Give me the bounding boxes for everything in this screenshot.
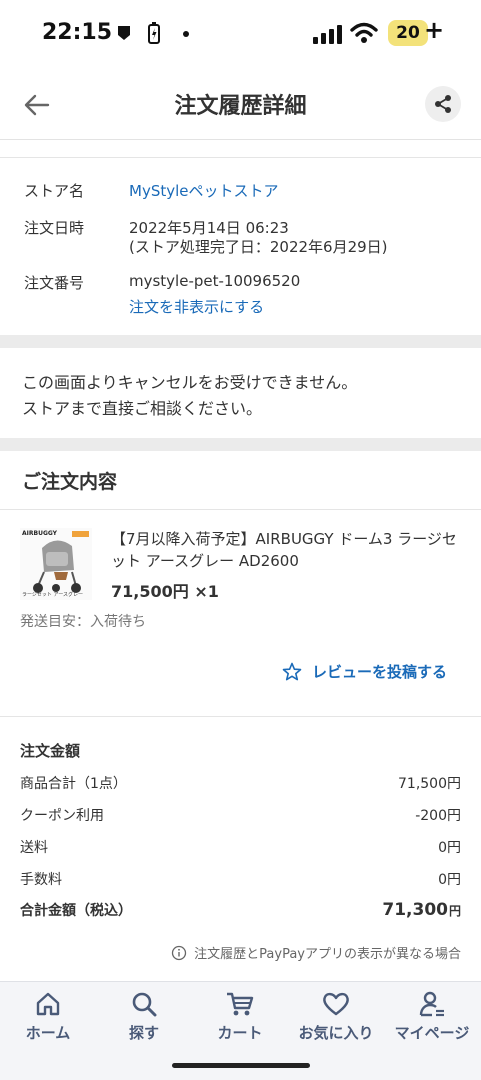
notice-line-1: この画面よりキャンセルをお受けできません。 bbox=[22, 373, 358, 392]
order-number-value: mystyle-pet-10096520 bbox=[129, 272, 301, 290]
order-date-value: 2022年5月14日 06:23 bbox=[129, 219, 289, 237]
heart-icon bbox=[323, 992, 349, 1016]
info-icon bbox=[172, 945, 187, 960]
total-value: 71,300円 bbox=[382, 900, 461, 920]
nav-search[interactable]: 探す bbox=[96, 990, 192, 1052]
shipping-estimate: 発送目安：入荷待ち bbox=[20, 614, 146, 630]
share-button[interactable] bbox=[425, 86, 461, 122]
stroller-image bbox=[20, 528, 92, 600]
product-price: 71,500円 ×1 bbox=[111, 582, 219, 601]
battery-charging-icon bbox=[148, 22, 160, 44]
divider bbox=[0, 716, 481, 717]
battery-level: 20 bbox=[388, 20, 428, 46]
amount-value: -200円 bbox=[415, 808, 461, 824]
amount-value: 0円 bbox=[438, 872, 461, 888]
nav-favorites[interactable]: お気に入り bbox=[288, 990, 384, 1052]
section-divider bbox=[0, 438, 481, 451]
order-number-label: 注文番号 bbox=[24, 274, 85, 292]
app-notification-icon bbox=[118, 26, 130, 40]
amount-title: 注文金額 bbox=[20, 742, 81, 760]
product-image[interactable]: AIRBUGGY ラージセット アースグレー bbox=[20, 528, 92, 600]
nav-cart-label: カート bbox=[217, 1024, 263, 1042]
amount-value: 71,500円 bbox=[398, 776, 461, 792]
order-date-label: 注文日時 bbox=[24, 219, 85, 237]
battery-plus: + bbox=[424, 16, 445, 44]
product-name-link[interactable]: 【7月以降入荷予定】AIRBUGGY ドーム3 ラージセット アースグレー AD… bbox=[111, 528, 461, 572]
amount-row-total: 合計金額（税込） 71,300円 bbox=[20, 900, 461, 920]
amount-label: 商品合計（1点） bbox=[20, 776, 127, 792]
nav-home-label: ホーム bbox=[25, 1024, 71, 1042]
amount-row-subtotal: 商品合計（1点） 71,500円 bbox=[20, 773, 461, 793]
nav-mypage[interactable]: マイページ bbox=[384, 990, 480, 1052]
amount-label: 送料 bbox=[20, 840, 48, 856]
nav-search-label: 探す bbox=[128, 1024, 159, 1042]
star-icon bbox=[282, 662, 302, 680]
store-label: ストア名 bbox=[24, 182, 85, 200]
nav-home[interactable]: ホーム bbox=[0, 990, 96, 1052]
hide-order-link[interactable]: 注文を非表示にする bbox=[129, 296, 264, 317]
status-time: 22:15 bbox=[42, 20, 113, 45]
post-review-button[interactable]: レビューを投稿する bbox=[282, 661, 447, 682]
cart-icon bbox=[227, 992, 254, 1016]
search-icon bbox=[132, 992, 157, 1017]
order-section-title: ご注文内容 bbox=[22, 471, 118, 493]
page-title: 注文履歴詳細 bbox=[174, 94, 307, 119]
store-name-link[interactable]: MyStyleペットストア bbox=[129, 180, 279, 201]
dot-icon bbox=[183, 31, 189, 37]
signal-icon bbox=[313, 25, 342, 44]
divider bbox=[0, 157, 481, 158]
wifi-icon bbox=[350, 22, 378, 43]
total-label: 合計金額（税込） bbox=[20, 903, 132, 919]
amount-row-shipping: 送料 0円 bbox=[20, 837, 461, 857]
store-processed-date: (ストア処理完了日：2022年6月29日) bbox=[129, 238, 388, 256]
nav-favorites-label: お気に入り bbox=[298, 1024, 374, 1042]
post-review-label: レビューを投稿する bbox=[312, 663, 448, 681]
section-divider bbox=[0, 335, 481, 348]
thumb-caption: ラージセット アースグレー bbox=[22, 592, 83, 598]
home-icon bbox=[36, 992, 60, 1016]
nav-mypage-label: マイページ bbox=[394, 1024, 470, 1042]
app-header: 注文履歴詳細 bbox=[0, 68, 481, 140]
notice-line-2: ストアまで直接ご相談ください。 bbox=[22, 399, 263, 418]
share-icon bbox=[435, 95, 451, 113]
amount-row-fee: 手数料 0円 bbox=[20, 869, 461, 889]
amount-label: クーポン利用 bbox=[20, 808, 104, 824]
cancel-notice: この画面よりキャンセルをお受けできません。 ストアまで直接ご相談ください。 bbox=[22, 370, 357, 422]
total-unit: 円 bbox=[448, 904, 461, 918]
status-bar: 22:15 20 + bbox=[0, 0, 481, 68]
divider bbox=[0, 509, 481, 510]
user-icon bbox=[419, 991, 444, 1017]
paypay-note-text: 注文履歴とPayPayアプリの表示が異なる場合 bbox=[194, 947, 461, 962]
amount-value: 0円 bbox=[438, 840, 461, 856]
amount-label: 手数料 bbox=[20, 872, 62, 888]
paypay-note[interactable]: 注文履歴とPayPayアプリの表示が異なる場合 bbox=[171, 943, 461, 962]
thumb-brand: AIRBUGGY bbox=[22, 530, 58, 537]
nav-cart[interactable]: カート bbox=[192, 990, 288, 1052]
total-amount: 71,300 bbox=[382, 900, 448, 920]
amount-row-coupon: クーポン利用 -200円 bbox=[20, 805, 461, 825]
home-indicator[interactable] bbox=[172, 1063, 310, 1068]
